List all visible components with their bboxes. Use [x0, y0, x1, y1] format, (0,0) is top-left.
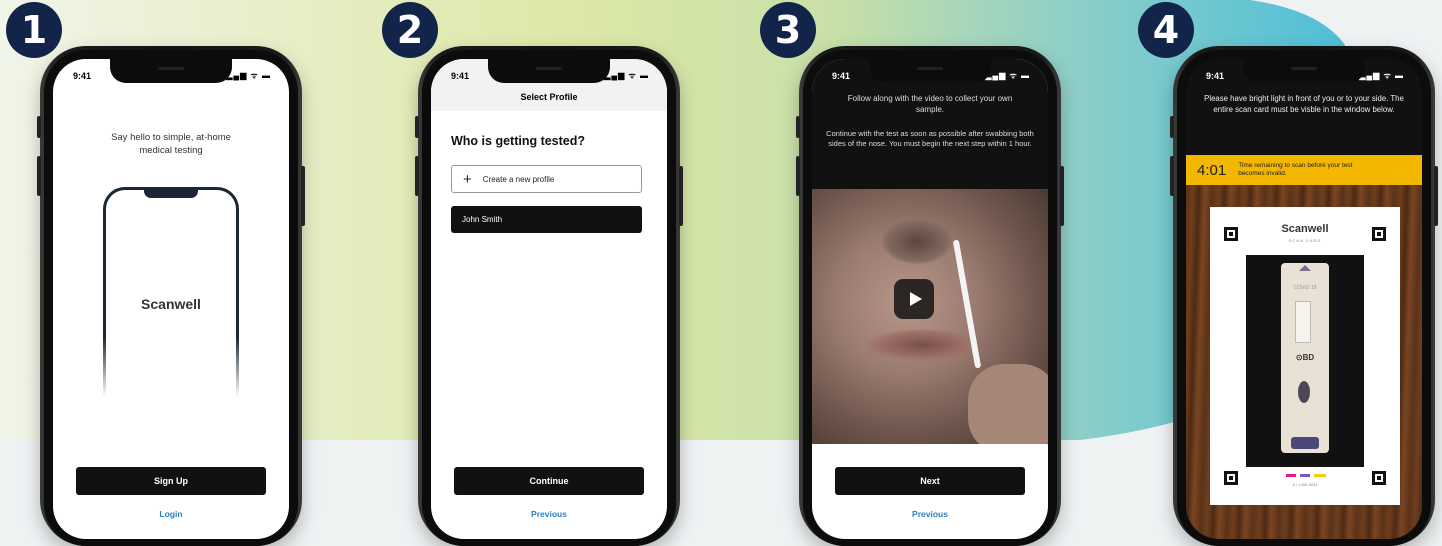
status-icons: ▂▄▆ ᯤ ▬ [985, 71, 1030, 80]
status-time: 9:41 [73, 71, 92, 81]
scanwell-logo: Scanwell [141, 296, 201, 312]
phone-notch [110, 59, 232, 83]
card-code: A • 1455-0031 [1292, 482, 1318, 487]
test-cassette: COVID 19 ⊙BD [1281, 263, 1329, 453]
phone-notch [488, 59, 610, 83]
phone-illustration [103, 187, 239, 397]
brand-mark: ⊙BD [1295, 353, 1315, 362]
video-player[interactable] [812, 189, 1048, 444]
previous-link[interactable]: Previous [431, 509, 667, 519]
play-button[interactable] [894, 279, 934, 319]
step-badge-4: 4 [1138, 2, 1194, 58]
camera-view: Scanwell SCAN CARD COVID 19 ⊙BD A • 1455… [1186, 185, 1422, 539]
cassette-window: COVID 19 ⊙BD [1246, 255, 1364, 467]
color-swatches [1286, 474, 1326, 477]
timer-text: Time remaining to scan before your test … [1238, 162, 1353, 177]
video-instruction-2: Continue with the test as soon as possib… [826, 129, 1034, 148]
previous-link[interactable]: Previous [812, 509, 1048, 519]
screen-video: 9:41 ▂▄▆ ᯤ ▬ Follow along with the video… [812, 59, 1048, 539]
cassette-label: COVID 19 [1293, 285, 1317, 291]
welcome-headline: Say hello to simple, at-home medical tes… [111, 132, 231, 156]
signup-button[interactable]: Sign Up [76, 467, 266, 495]
page-title: Select Profile [520, 92, 578, 102]
phone-frame-2: 9:41 ▂▄▆ ᯤ ▬ Select Profile Who is getti… [415, 46, 683, 546]
step-badge-3: 3 [760, 2, 816, 58]
status-icons: ▂▄▆ ᯤ ▬ [226, 71, 271, 80]
profile-item[interactable]: John Smith [451, 206, 642, 233]
status-icons: ▂▄▆ ᯤ ▬ [604, 71, 649, 80]
status-time: 9:41 [451, 71, 470, 81]
next-button[interactable]: Next [835, 467, 1025, 495]
phone-frame-1: 9:41 ▂▄▆ ᯤ ▬ Say hello to simple, at-hom… [37, 46, 305, 546]
create-profile-label: Create a new profile [482, 174, 555, 184]
scan-instruction: Please have bright light in front of you… [1204, 94, 1404, 114]
login-link[interactable]: Login [53, 509, 289, 519]
timer-value: 4:01 [1197, 161, 1227, 179]
continue-button[interactable]: Continue [454, 467, 644, 495]
status-time: 9:41 [1206, 71, 1225, 81]
screen-scan: 9:41 ▂▄▆ ᯤ ▬ Please have bright light in… [1186, 59, 1422, 539]
card-logo: Scanwell [1281, 223, 1329, 235]
plus-icon: + [463, 170, 472, 188]
brand-label: BD [1302, 353, 1315, 362]
phone-notch [869, 59, 991, 83]
profile-name: John Smith [462, 215, 503, 224]
timer-bar: 4:01 Time remaining to scan before your … [1186, 155, 1422, 185]
phone-notch [1243, 59, 1365, 83]
phone-frame-4: 9:41 ▂▄▆ ᯤ ▬ Please have bright light in… [1170, 46, 1438, 546]
step-badge-1: 1 [6, 2, 62, 58]
create-profile-button[interactable]: + Create a new profile [451, 165, 642, 193]
profile-question: Who is getting tested? [451, 134, 586, 148]
status-time: 9:41 [832, 71, 851, 81]
status-icons: ▂▄▆ ᯤ ▬ [1359, 71, 1404, 80]
step-badge-2: 2 [382, 2, 438, 58]
card-subtitle: SCAN CARD [1288, 238, 1322, 243]
play-icon [909, 292, 922, 306]
scan-card: Scanwell SCAN CARD COVID 19 ⊙BD A • 1455… [1210, 207, 1400, 505]
screen-select-profile: 9:41 ▂▄▆ ᯤ ▬ Select Profile Who is getti… [431, 59, 667, 539]
screen-welcome: 9:41 ▂▄▆ ᯤ ▬ Say hello to simple, at-hom… [53, 59, 289, 539]
video-instruction-1: Follow along with the video to collect y… [847, 94, 1013, 114]
phone-frame-3: 9:41 ▂▄▆ ᯤ ▬ Follow along with the video… [796, 46, 1064, 546]
